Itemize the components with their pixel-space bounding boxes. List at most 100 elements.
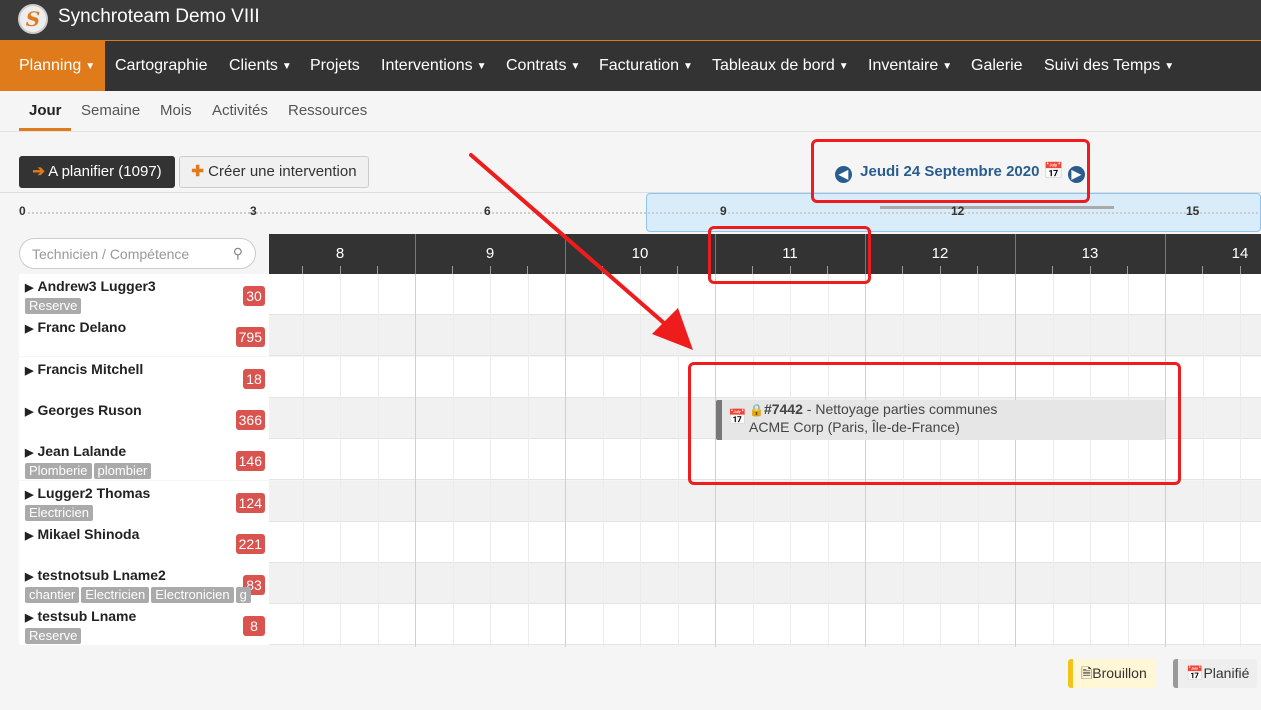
expand-triangle-icon[interactable]: ▶ [25,612,33,624]
resource-name-text: testnotsub Lname2 [37,567,166,584]
expand-triangle-icon[interactable]: ▶ [25,571,33,583]
quarter-tick [302,266,303,274]
skill-tags: Plomberie plombier [25,462,269,480]
caret-down-icon: ▼ [476,61,487,72]
logo-letter: S [25,7,41,31]
resource-cell[interactable]: ▶ Lugger2 Thomas 124 Electricien [19,480,269,522]
resource-cell[interactable]: ▶ Francis Mitchell 18 [19,356,269,398]
resource-cell[interactable]: ▶ testsub Lname 8 Reserve [19,604,269,646]
resource-name[interactable]: ▶ Jean Lalande [25,443,126,459]
search-input[interactable] [32,244,222,264]
expand-triangle-icon[interactable]: ▶ [25,406,33,418]
resource-name[interactable]: ▶ testsub Lname [25,608,136,624]
menu-interventions[interactable]: Interventions ▼ [371,41,496,91]
quarter-tick [640,266,641,274]
caret-down-icon: ▼ [85,61,96,72]
tab-semaine[interactable]: Semaine [71,91,150,131]
intervention-count-badge[interactable]: 366 [235,409,265,430]
expand-triangle-icon[interactable]: ▶ [25,447,33,459]
ruler-tick-label: 9 [720,204,727,218]
resource-timeline[interactable] [269,480,1261,521]
expand-triangle-icon[interactable]: ▶ [25,365,33,377]
annotation-event-box [688,362,1181,485]
hour-separator [1165,234,1166,274]
expand-triangle-icon[interactable]: ▶ [25,530,33,542]
resource-name[interactable]: ▶ Georges Ruson [25,402,142,418]
resource-timeline[interactable] [269,521,1261,562]
app-title: Synchroteam Demo VIII [58,6,260,27]
resource-name[interactable]: ▶ Andrew3 Lugger3 [25,278,156,294]
hour-label: 8 [335,245,345,262]
arrow-right-icon: ➔ [32,163,45,180]
quarter-tick [1090,266,1091,274]
intervention-count-badge[interactable]: 795 [235,327,265,348]
resource-name[interactable]: ▶ Lugger2 Thomas [25,485,150,501]
menu-projets[interactable]: Projets [300,41,371,91]
annotation-hour-box [708,226,871,284]
resource-name-text: Andrew3 Lugger3 [37,278,156,294]
expand-triangle-icon[interactable]: ▶ [25,323,33,335]
resource-cell[interactable]: ▶ Franc Delano 795 [19,315,269,357]
resource-name[interactable]: ▶ Franc Delano [25,319,126,335]
expand-triangle-icon[interactable]: ▶ [25,282,33,294]
skill-tags: Reserve [25,627,269,645]
quarter-tick [677,266,678,274]
resource-name[interactable]: ▶ Mikael Shinoda [25,526,139,542]
legend-draft-label: Brouillon [1092,665,1147,681]
menu-contrats[interactable]: Contrats ▼ [496,41,589,91]
caret-down-icon: ▼ [683,61,693,72]
quarter-tick [377,266,378,274]
resource-cell[interactable]: ▶ Mikael Shinoda 221 [19,521,269,563]
resource-name-text: Jean Lalande [37,443,127,460]
intervention-count-badge[interactable]: 221 [235,533,265,554]
plus-icon: ✚ [191,163,204,180]
skill-tag: g [235,587,251,604]
quarter-tick [1052,266,1053,274]
resource-timeline[interactable] [269,315,1261,356]
ruler-tick-label: 6 [484,204,491,218]
search-icon[interactable]: ⚲ [233,245,243,262]
menu-suivi-des-temps[interactable]: Suivi des Temps ▼ [1034,41,1184,91]
intervention-count-badge[interactable]: 18 [243,368,265,389]
resource-timeline[interactable] [269,604,1261,645]
hour-label: 9 [485,245,495,262]
menu-cartographie[interactable]: Cartographie [105,41,219,91]
resource-cell[interactable]: ▶ Andrew3 Lugger3 30 Reserve [19,274,269,315]
menu-clients[interactable]: Clients ▼ [219,41,300,91]
menu-galerie[interactable]: Galerie [961,41,1034,91]
tab-ressources[interactable]: Ressources [278,91,367,131]
grid-line [415,274,416,647]
menu-inventaire[interactable]: Inventaire ▼ [858,41,961,91]
resource-name-text: testsub Lname [37,608,137,625]
to-plan-button[interactable]: ➔ A planifier (1097) [19,156,175,188]
skill-tag: Electricien [81,587,150,604]
app-logo[interactable]: S [18,4,48,34]
quarter-tick [1202,266,1203,274]
create-intervention-button[interactable]: ✚ Créer une intervention [179,156,369,188]
menu-facturation[interactable]: Facturation ▼ [589,41,702,91]
quarter-tick [490,266,491,274]
menu-label: Tableaux de bord [712,57,835,74]
tab-activités[interactable]: Activités [202,91,278,131]
tab-mois[interactable]: Mois [150,91,202,131]
grid-line [377,274,379,647]
resource-name[interactable]: ▶ testnotsub Lname2 [25,567,166,583]
resource-cell[interactable]: ▶ testnotsub Lname2 83 chantier Electricien E… [19,563,269,605]
quarter-tick [977,266,978,274]
quarter-tick [940,266,941,274]
tab-jour[interactable]: Jour [19,91,71,131]
resource-name-text: Mikael Shinoda [37,525,140,542]
resource-cell[interactable]: ▶ Jean Lalande 146 Plomberie plombier [19,439,269,481]
menu-tableaux-de-bord[interactable]: Tableaux de bord ▼ [702,41,858,91]
skill-tags: Reserve [25,297,269,315]
resource-name[interactable]: ▶ Francis Mitchell [25,361,143,377]
skill-tags: chantier Electricien Electronicien g [25,586,269,604]
menu-planning[interactable]: Planning ▼ [0,41,105,91]
resource-cell[interactable]: ▶ Georges Ruson 366 [19,397,269,439]
grid-line [340,274,341,647]
quarter-tick [1240,266,1241,274]
ruler-scroll-bar[interactable] [880,206,1114,209]
resource-timeline[interactable] [269,563,1261,604]
expand-triangle-icon[interactable]: ▶ [25,489,33,501]
caret-down-icon: ▼ [838,61,849,72]
